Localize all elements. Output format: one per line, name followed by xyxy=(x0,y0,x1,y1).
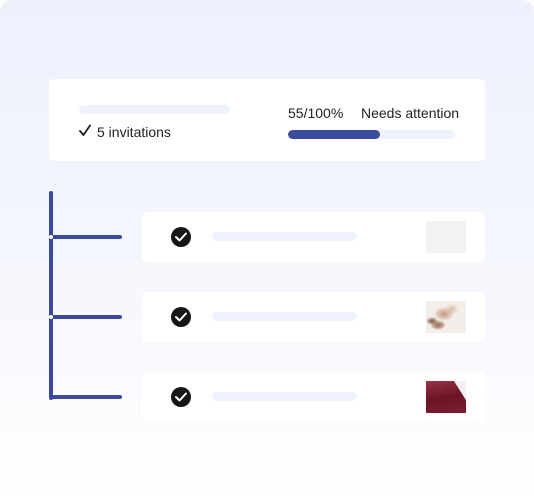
progress-value: 55/100% xyxy=(288,105,344,121)
progress-bar xyxy=(288,130,455,139)
tree-connector-branch xyxy=(49,395,122,399)
title-placeholder-bar xyxy=(79,105,230,114)
fabric-photo-image xyxy=(426,381,466,413)
invitations-count: 5 invitations xyxy=(97,124,171,140)
tree-connector-trunk xyxy=(49,191,53,400)
list-item[interactable] xyxy=(142,372,485,422)
check-circle-icon xyxy=(171,387,191,407)
summary-card: 5 invitations 55/100% Needs attention xyxy=(49,79,485,161)
check-circle-icon xyxy=(171,307,191,327)
list-item[interactable] xyxy=(142,212,485,262)
hair-photo-thumbnail xyxy=(426,301,466,333)
item-text-placeholder xyxy=(212,232,357,241)
list-item[interactable] xyxy=(142,292,485,342)
check-circle-icon xyxy=(171,227,191,247)
item-text-placeholder xyxy=(212,312,357,321)
item-text-placeholder xyxy=(212,392,357,401)
checkmark-icon xyxy=(79,124,91,136)
tree-node-dot xyxy=(49,235,53,239)
status-label: Needs attention xyxy=(361,105,460,121)
tree-node-dot xyxy=(49,315,53,319)
progress-bar-fill xyxy=(288,130,380,139)
tree-connector-branch xyxy=(49,315,122,319)
tree-connector-branch xyxy=(49,235,122,239)
blank-thumbnail xyxy=(426,221,466,253)
fabric-photo-thumbnail xyxy=(426,381,466,413)
onboarding-illustration: 5 invitations 55/100% Needs attention xyxy=(0,0,534,500)
